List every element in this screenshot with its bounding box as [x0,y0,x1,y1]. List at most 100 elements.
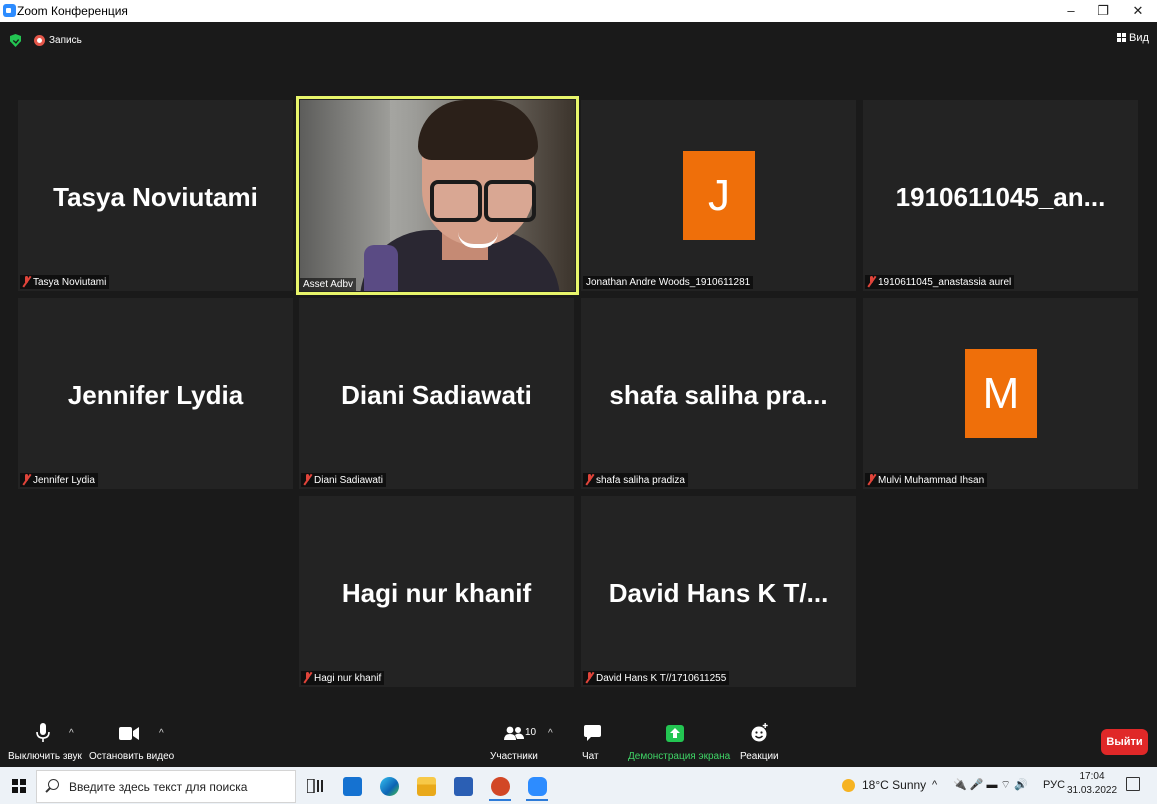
participant-name-label: shafa saliha pradiza [583,473,688,487]
edge-browser-icon [380,777,399,796]
participant-name-label: Hagi nur khanif [301,671,385,685]
video-tile[interactable]: 1910611045_an... 1910611045_anastassia a… [863,100,1138,291]
stop-video-label: Остановить видео [89,751,175,762]
mic-muted-icon [304,474,311,485]
word-icon [454,777,473,796]
window-title: Zoom Конференция [17,4,128,18]
taskbar-search-input[interactable] [67,776,291,798]
participant-name-label: Mulvi Muhammad Ihsan [865,473,988,487]
input-language[interactable]: РУС [1043,767,1065,804]
taskbar-file-explorer-app[interactable] [411,771,441,801]
video-tile[interactable]: Hagi nur khanif Hagi nur khanif [299,496,574,687]
participants-options-chevron-icon[interactable]: ^ [548,728,553,739]
chat-button[interactable]: Чат [582,720,604,767]
windows-start-icon[interactable] [12,779,26,793]
participant-avatar: J [683,151,755,240]
participant-avatar: M [965,349,1037,438]
participant-display-name: David Hans K T/... [608,578,829,608]
leave-meeting-button[interactable]: Выйти [1101,729,1148,755]
participant-display-name: shafa saliha pra... [609,380,828,410]
task-view-button[interactable] [300,771,330,801]
share-screen-button[interactable]: Демонстрация экрана [628,720,730,767]
participants-icon [504,726,524,740]
participant-name-label: Jonathan Andre Woods_1910611281 [583,276,754,289]
mic-muted-icon [586,672,593,683]
reaction-smiley-icon [751,723,768,742]
taskbar-word-app[interactable] [448,771,478,801]
microphone-icon [36,723,50,742]
search-icon [48,779,59,790]
powerpoint-icon [491,777,510,796]
chat-label: Чат [582,751,599,762]
participant-display-name: Hagi nur khanif [341,578,532,608]
mail-icon [343,777,362,796]
audio-options-chevron-icon[interactable]: ^ [69,728,74,739]
participant-name-label: 1910611045_anastassia aurel [865,275,1015,289]
participant-display-name: Jennifer Lydia [67,380,244,410]
video-options-chevron-icon[interactable]: ^ [159,728,164,739]
video-tile[interactable]: shafa saliha pra... shafa saliha pradiza [581,298,856,489]
share-screen-label: Демонстрация экрана [628,751,731,762]
minimize-button[interactable]: – [1054,0,1088,22]
participant-display-name: Diani Sadiawati [341,380,532,410]
task-view-icon [307,779,323,793]
weather-text[interactable]: 18°C Sunny [862,767,926,804]
show-hidden-icons-chevron-icon[interactable]: ^ [932,767,937,804]
maximize-button[interactable]: ❐ [1086,0,1120,22]
video-tile[interactable]: J Jonathan Andre Woods_1910611281 [581,100,856,291]
taskbar-clock[interactable]: 17:04 31.03.2022 [1066,770,1118,798]
view-button[interactable]: Вид [1117,32,1149,44]
mic-muted-icon [586,474,593,485]
video-tile[interactable]: Jennifer Lydia Jennifer Lydia [18,298,293,489]
meeting-toolbar: Выключить звук ^ Остановить видео ^ 10 У… [0,720,1157,767]
weather-sun-icon [842,779,855,792]
participant-display-name: 1910611045_an... [895,182,1106,212]
notifications-icon[interactable] [1126,777,1140,791]
participants-button[interactable]: 10 Участники [490,720,538,767]
video-tile[interactable]: M Mulvi Muhammad Ihsan [863,298,1138,489]
reactions-button[interactable]: Реакции [740,720,779,767]
taskbar-powerpoint-app[interactable] [485,771,515,801]
grid-view-icon [1117,33,1126,42]
taskbar-mail-app[interactable] [337,771,367,801]
chat-bubble-icon [584,725,601,741]
participant-video-feed [300,100,575,291]
video-tile[interactable]: Tasya Noviutami Tasya Noviutami [18,100,293,291]
windows-taskbar: 18°C Sunny ^ 🔌 🎤 ▬ ⌔ 🔊 РУС 17:04 31.03.2… [0,767,1157,804]
mic-muted-icon [23,474,30,485]
meeting-top-bar: Запись Вид [0,22,1157,60]
participant-display-name: Tasya Noviutami [53,182,258,212]
taskbar-edge-app[interactable] [374,771,404,801]
participant-name-label: Tasya Noviutami [20,275,110,289]
zoom-app-icon [3,4,16,17]
clock-date: 31.03.2022 [1066,785,1118,796]
mic-muted-icon [304,672,311,683]
video-tile-active-speaker[interactable]: Asset Adbv [296,96,579,295]
participant-name-label: Asset Adbv [300,278,357,291]
reactions-label: Реакции [740,751,779,762]
recording-icon [34,35,45,46]
clock-time: 17:04 [1079,771,1105,782]
video-tile[interactable]: Diani Sadiawati Diani Sadiawati [299,298,574,489]
tray-system-icons[interactable]: 🔌 🎤 ▬ ⌔ 🔊 [953,767,1028,804]
zoom-icon [528,777,547,796]
stop-video-button[interactable]: Остановить видео [89,720,174,767]
window-title-bar: Zoom Конференция – ❐ ✕ [0,0,1157,22]
share-screen-icon [666,725,684,742]
taskbar-zoom-app[interactable] [522,771,552,801]
mic-muted-icon [868,276,875,287]
security-shield-icon[interactable] [10,34,21,47]
mic-muted-icon [868,474,875,485]
participant-name-label: David Hans K T//1710611255 [583,671,730,685]
participants-count: 10 [525,727,537,738]
view-label: Вид [1129,32,1149,44]
close-button[interactable]: ✕ [1121,0,1155,22]
participants-label: Участники [490,751,538,762]
mute-label: Выключить звук [8,751,82,762]
taskbar-search[interactable] [36,770,296,803]
participant-name-label: Jennifer Lydia [20,473,98,487]
participant-name-label: Diani Sadiawati [301,473,386,487]
video-tile[interactable]: David Hans K T/... David Hans K T//17106… [581,496,856,687]
recording-label: Запись [49,35,82,46]
video-camera-icon [119,727,139,740]
